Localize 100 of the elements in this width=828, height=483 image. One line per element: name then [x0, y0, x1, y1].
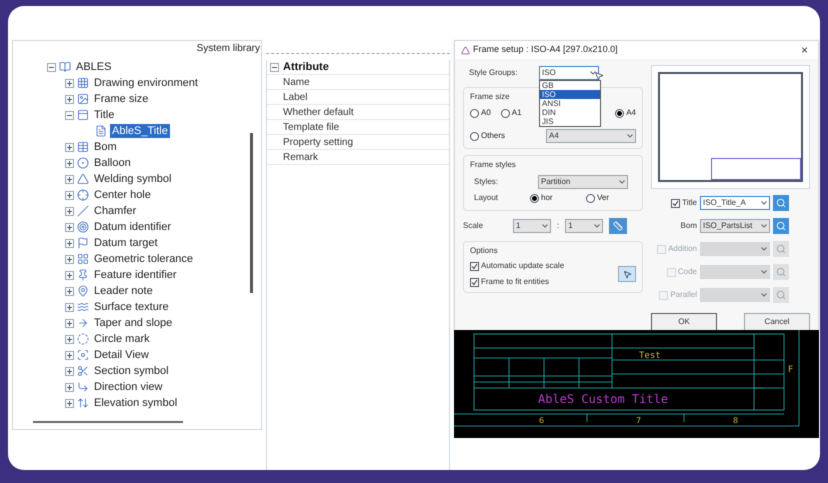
- attribute-name: Remark: [283, 150, 318, 164]
- pick-button[interactable]: [773, 195, 789, 211]
- tree-item[interactable]: Geometric tolerance: [92, 252, 196, 266]
- ok-button[interactable]: OK: [651, 313, 717, 331]
- tree-item[interactable]: Taper and slope: [92, 316, 174, 330]
- tree-item[interactable]: Surface texture: [92, 300, 171, 314]
- radio-button[interactable]: [470, 108, 479, 118]
- attribute-name: Template file: [283, 120, 340, 134]
- expand-toggle[interactable]: [65, 222, 74, 232]
- expand-toggle[interactable]: [65, 302, 74, 312]
- expand-toggle[interactable]: [65, 206, 74, 216]
- circle-icon: [77, 333, 89, 345]
- app-icon: [461, 46, 470, 54]
- tree-item[interactable]: Elevation symbol: [92, 396, 180, 410]
- expand-toggle[interactable]: [65, 94, 74, 104]
- zone-letter: F: [788, 365, 794, 375]
- dropdown-option[interactable]: JIS: [540, 117, 600, 126]
- tree-item[interactable]: Datum identifier: [92, 220, 174, 234]
- panel-title: System library: [196, 42, 260, 56]
- tree-item[interactable]: Circle mark: [92, 332, 152, 346]
- radio-button[interactable]: [586, 194, 595, 202]
- checkbox[interactable]: [470, 278, 479, 286]
- collapse-toggle[interactable]: [47, 62, 56, 72]
- radio-button[interactable]: [470, 132, 479, 140]
- sheet-icon: [95, 125, 107, 137]
- expand-toggle[interactable]: [65, 366, 74, 376]
- collapse-toggle[interactable]: [65, 110, 74, 120]
- tree-item[interactable]: Drawing environment: [92, 76, 200, 90]
- tree-item[interactable]: Chamfer: [92, 204, 138, 218]
- expand-toggle[interactable]: [65, 142, 74, 152]
- expand-toggle[interactable]: [65, 382, 74, 392]
- expand-toggle[interactable]: [65, 190, 74, 200]
- tree-item[interactable]: Center hole: [92, 188, 153, 202]
- expand-toggle[interactable]: [65, 238, 74, 248]
- zone-number: 8: [733, 416, 738, 425]
- table-icon: [77, 141, 89, 153]
- expand-toggle[interactable]: [65, 350, 74, 360]
- expand-toggle[interactable]: [65, 158, 74, 168]
- field-label: Parallel: [670, 289, 697, 301]
- scale-separator: :: [557, 220, 560, 232]
- dropdown-option[interactable]: ISO: [540, 90, 600, 99]
- tree-item[interactable]: AbleS_Title: [110, 124, 170, 138]
- expand-toggle[interactable]: [65, 78, 74, 88]
- tree-item[interactable]: Frame size: [92, 92, 150, 106]
- search-icon: [776, 198, 786, 208]
- chevron-down-icon: [627, 134, 633, 138]
- arrow-icon: [77, 317, 89, 329]
- dialog-title: Frame setup : ISO-A4 [297.0x210.0]: [473, 43, 618, 56]
- tree-item[interactable]: Direction view: [92, 380, 164, 394]
- radio-label: Others: [481, 130, 506, 142]
- dropdown-option[interactable]: ANSI: [540, 99, 600, 108]
- attribute-name: Label: [283, 90, 308, 104]
- chevron-down-icon: [619, 180, 625, 184]
- expand-toggle[interactable]: [65, 286, 74, 296]
- expand-toggle[interactable]: [65, 254, 74, 264]
- tree-item[interactable]: Detail View: [92, 348, 151, 362]
- close-button[interactable]: ×: [796, 41, 812, 59]
- tree-item[interactable]: Title: [92, 108, 116, 122]
- radio-button[interactable]: [530, 194, 539, 202]
- dropdown[interactable]: ISO_Title_A: [700, 196, 770, 210]
- cancel-button[interactable]: Cancel: [744, 313, 810, 331]
- fit-button[interactable]: [618, 266, 636, 282]
- dropdown[interactable]: Partition: [538, 175, 628, 189]
- expand-toggle[interactable]: [65, 270, 74, 280]
- radio-button[interactable]: [615, 108, 624, 118]
- expand-toggle[interactable]: [65, 398, 74, 408]
- expand-toggle[interactable]: [65, 334, 74, 344]
- pick-button[interactable]: [773, 218, 789, 234]
- checkbox[interactable]: [671, 198, 680, 208]
- scale-button[interactable]: [609, 218, 628, 234]
- checkbox[interactable]: [470, 262, 479, 270]
- expand-toggle[interactable]: [65, 174, 74, 184]
- tree-item[interactable]: Section symbol: [92, 364, 171, 378]
- attribute-name: Name: [283, 76, 310, 90]
- chevron-down-icon: [761, 247, 767, 251]
- chevron-down-icon: [761, 293, 767, 297]
- dropdown[interactable]: ISO_PartsList: [700, 219, 770, 233]
- dropdown[interactable]: ISO: [539, 66, 599, 80]
- tree-item[interactable]: ABLES: [74, 60, 114, 74]
- field-label: Code: [678, 266, 697, 278]
- tree-item[interactable]: Leader note: [92, 284, 155, 298]
- radio-button[interactable]: [500, 108, 510, 118]
- attribute-header: Attribute: [283, 60, 329, 75]
- tree-item[interactable]: Feature identifier: [92, 268, 179, 282]
- horizontal-scrollbar[interactable]: [33, 421, 183, 423]
- vertical-scrollbar[interactable]: [250, 133, 253, 293]
- flag-icon: [77, 237, 89, 249]
- tree-item[interactable]: Welding symbol: [92, 172, 174, 186]
- tree-item[interactable]: Balloon: [92, 156, 133, 170]
- expand-toggle[interactable]: [65, 318, 74, 328]
- dropdown-option[interactable]: GB: [540, 81, 600, 90]
- dropdown[interactable]: 1: [565, 219, 604, 233]
- dropdown[interactable]: A4: [546, 129, 636, 143]
- tree-item[interactable]: Bom: [92, 140, 119, 154]
- collapse-toggle[interactable]: [270, 62, 279, 72]
- pin-icon: [77, 269, 89, 281]
- tree-item[interactable]: Datum target: [92, 236, 160, 250]
- dropdown[interactable]: 1: [513, 219, 551, 233]
- dropdown-option[interactable]: DIN: [540, 108, 600, 117]
- crosshair-icon: [77, 189, 89, 201]
